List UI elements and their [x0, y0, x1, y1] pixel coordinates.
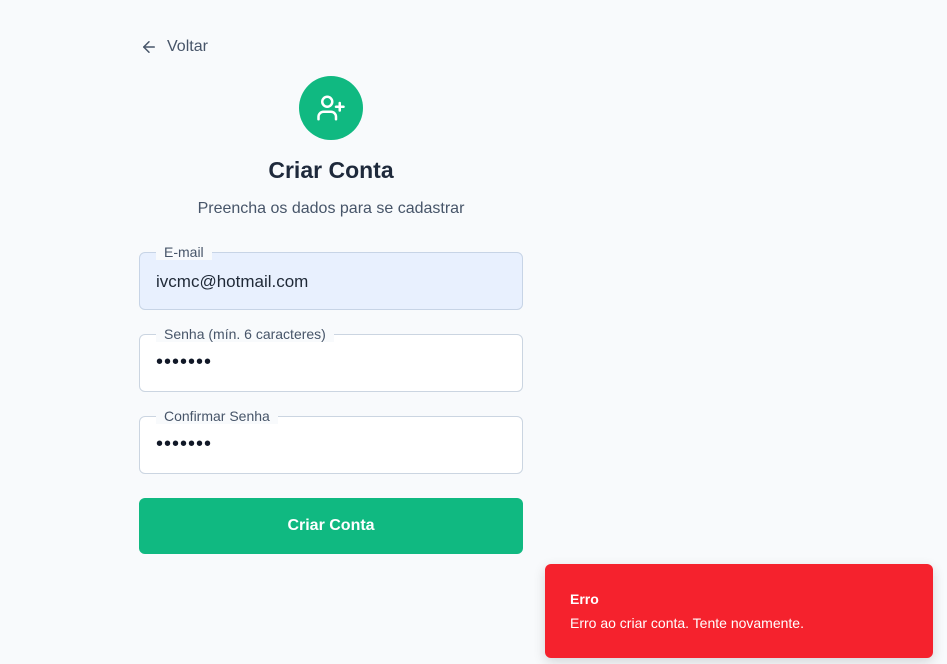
email-value: ivcmc@hotmail.com — [156, 272, 309, 291]
password-label: Senha (mín. 6 caracteres) — [156, 326, 334, 342]
back-link[interactable]: Voltar — [140, 38, 208, 56]
toast-title: Erro — [570, 591, 599, 607]
user-plus-icon — [316, 93, 346, 123]
arrow-left-icon — [140, 38, 158, 56]
password-value: ••••••• — [156, 351, 213, 373]
email-field[interactable]: E-mail ivcmc@hotmail.com — [139, 244, 523, 310]
confirm-password-value: ••••••• — [156, 433, 213, 455]
toast-message: Erro ao criar conta. Tente novamente. — [570, 615, 804, 631]
back-link-label: Voltar — [167, 38, 208, 55]
create-account-button[interactable]: Criar Conta — [139, 498, 523, 554]
password-field[interactable]: Senha (mín. 6 caracteres) ••••••• — [139, 326, 523, 392]
user-plus-avatar — [299, 76, 363, 140]
confirm-password-field[interactable]: Confirmar Senha ••••••• — [139, 408, 523, 474]
email-label: E-mail — [156, 244, 212, 260]
error-toast[interactable]: Erro Erro ao criar conta. Tente novament… — [545, 564, 933, 658]
page-title: Criar Conta — [268, 157, 394, 183]
confirm-password-label: Confirmar Senha — [156, 408, 278, 424]
page-subtitle: Preencha os dados para se cadastrar — [197, 200, 465, 217]
